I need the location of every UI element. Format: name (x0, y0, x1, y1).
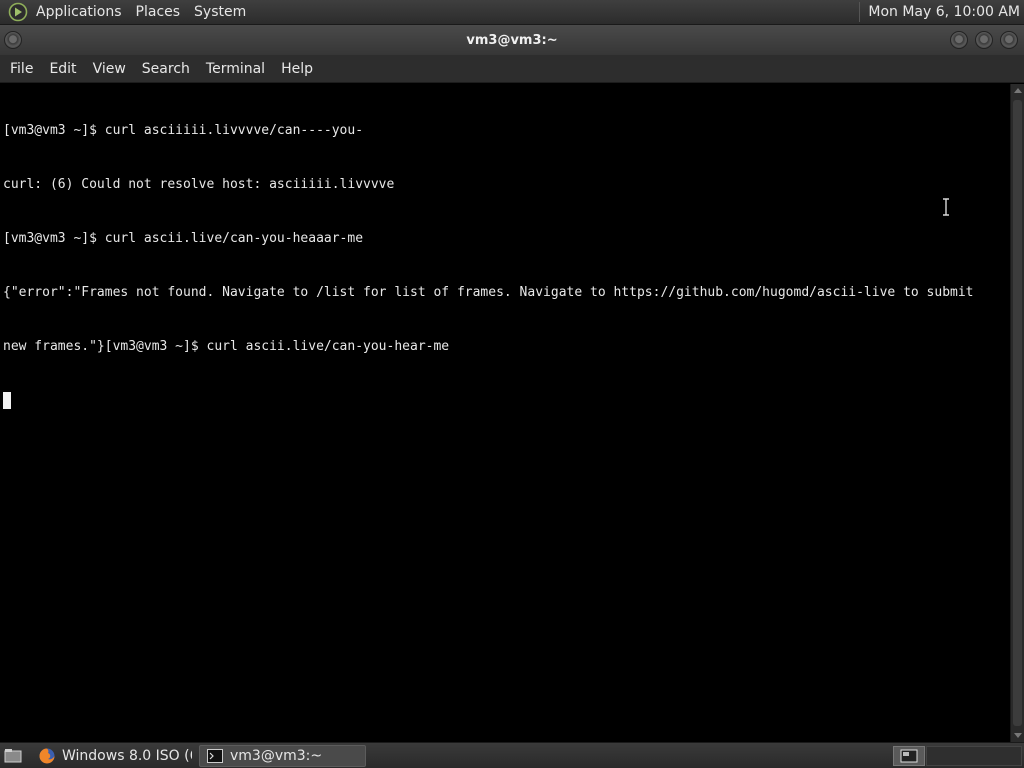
terminal-menubar: File Edit View Search Terminal Help (0, 55, 1024, 83)
terminal-cursor-line (3, 392, 1007, 410)
ibeam-cursor-icon (943, 198, 949, 216)
menu-search[interactable]: Search (135, 55, 197, 83)
terminal-line: {"error":"Frames not found. Navigate to … (3, 285, 974, 300)
terminal-line: [vm3@vm3 ~]$ curl ascii.live/can-you-hea… (3, 231, 364, 246)
terminal-icon (206, 747, 224, 765)
taskbar-task-label: Windows 8.0 ISO (6... (62, 747, 192, 764)
close-button[interactable] (1000, 31, 1018, 49)
maximize-button[interactable] (975, 31, 993, 49)
text-cursor (3, 392, 11, 409)
scrollbar-thumb[interactable] (1013, 100, 1022, 726)
clock[interactable]: Mon May 6, 10:00 AM (868, 4, 1024, 20)
system-menu[interactable]: System (187, 0, 253, 25)
bottom-panel: Windows 8.0 ISO (6... vm3@vm3:~ (0, 742, 1024, 768)
workspace-switcher-active[interactable] (893, 746, 925, 766)
terminal-output[interactable]: [vm3@vm3 ~]$ curl asciiiii.livvvve/can--… (0, 84, 1010, 742)
firefox-icon (38, 747, 56, 765)
applications-logo-icon[interactable] (7, 2, 29, 22)
menu-edit[interactable]: Edit (42, 55, 83, 83)
taskbar-task-firefox[interactable]: Windows 8.0 ISO (6... (32, 745, 192, 767)
places-menu[interactable]: Places (129, 0, 188, 25)
menu-help[interactable]: Help (274, 55, 320, 83)
taskbar-task-terminal[interactable]: vm3@vm3:~ (199, 744, 366, 767)
window-title: vm3@vm3:~ (466, 32, 558, 48)
menu-terminal[interactable]: Terminal (199, 55, 272, 83)
scroll-down-icon[interactable] (1014, 733, 1022, 738)
minimize-button[interactable] (950, 31, 968, 49)
panel-separator (859, 2, 861, 22)
taskbar-task-label: vm3@vm3:~ (230, 747, 323, 764)
show-desktop-icon[interactable] (2, 746, 24, 766)
top-panel: Applications Places System Mon May 6, 10… (0, 0, 1024, 25)
window-menu-button[interactable] (4, 31, 22, 49)
terminal-line: curl: (6) Could not resolve host: asciii… (3, 177, 395, 192)
scroll-up-icon[interactable] (1014, 88, 1022, 93)
workspace-switcher-empty[interactable] (926, 746, 1022, 766)
terminal-line: [vm3@vm3 ~]$ curl asciiiii.livvvve/can--… (3, 123, 364, 138)
menu-file[interactable]: File (3, 55, 40, 83)
applications-menu[interactable]: Applications (29, 0, 129, 25)
terminal-scrollbar[interactable] (1010, 84, 1024, 742)
terminal-line: new frames."}[vm3@vm3 ~]$ curl ascii.liv… (3, 339, 450, 354)
menu-view[interactable]: View (86, 55, 133, 83)
window-title-bar[interactable]: vm3@vm3:~ (0, 25, 1024, 55)
